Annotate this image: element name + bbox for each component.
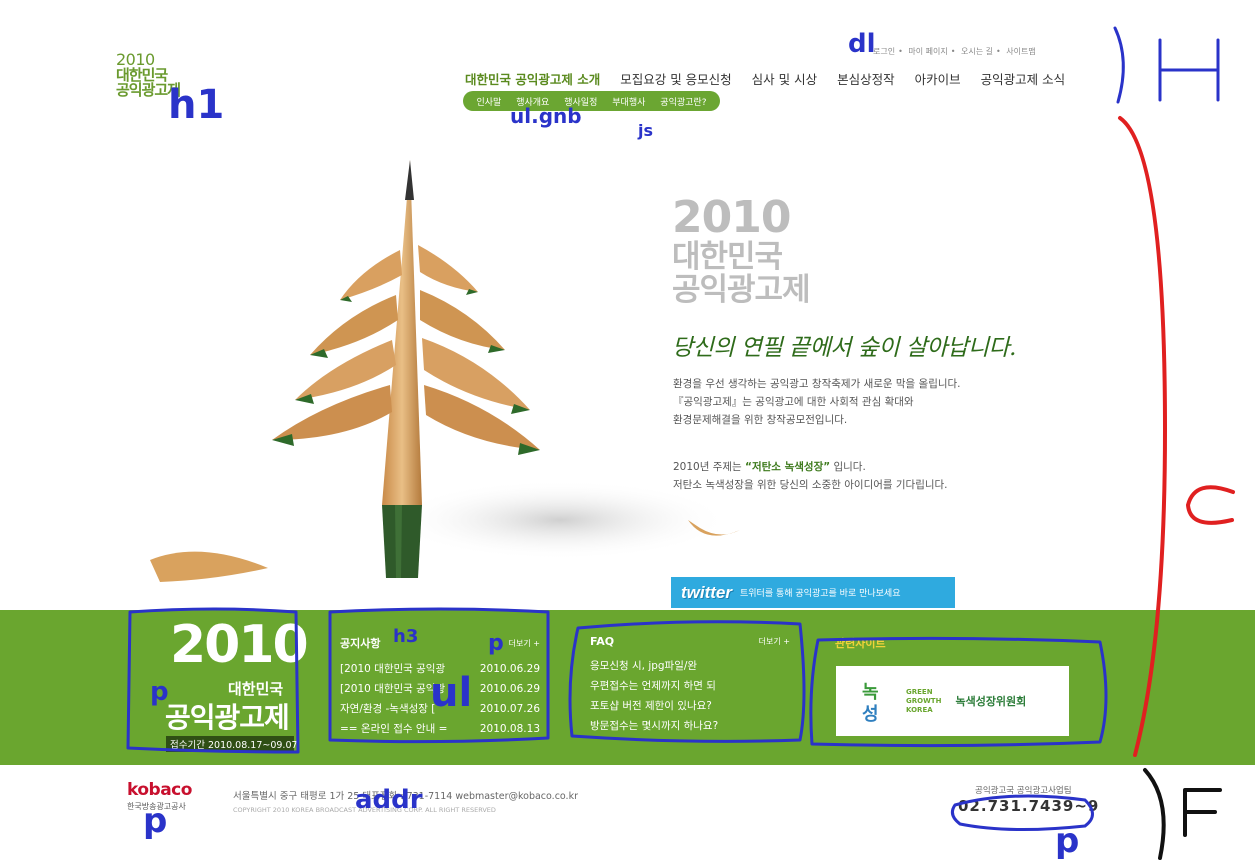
annotation-h3: h3 — [393, 626, 418, 647]
annotation-p-foot: p — [143, 801, 167, 841]
annotation-dl: dl — [848, 29, 876, 59]
faq-box-outline — [568, 620, 806, 743]
annotation-h1: h1 — [168, 82, 224, 128]
annotation-p-band: p — [150, 677, 169, 707]
content-bracket — [1118, 116, 1168, 757]
annotation-addr: addr — [355, 785, 423, 815]
annotation-overlay: h1 dl ul.gnb js h3 p ul p p addr p — [126, 26, 1235, 861]
annotation-ul: ul — [430, 670, 472, 716]
footer-bracket — [1143, 768, 1166, 860]
annotation-H-glyph — [1158, 38, 1220, 102]
sites-box-outline — [809, 636, 1108, 748]
annotation-C-glyph — [1185, 485, 1235, 525]
annotation-js: js — [637, 121, 653, 140]
annotation-p-more: p — [488, 631, 504, 656]
header-bracket — [1113, 26, 1125, 104]
annotation-p-tel: p — [1055, 821, 1079, 861]
annotation-ul-gnb: ul.gnb — [510, 104, 582, 128]
annotation-F-glyph — [1183, 788, 1222, 837]
